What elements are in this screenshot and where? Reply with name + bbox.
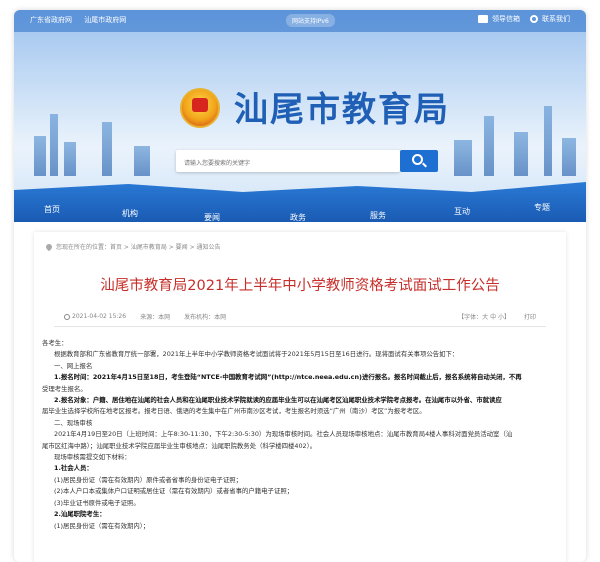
article-meta: 2021-04-02 15:26 来源：本网 发布机构：本网 [64, 312, 226, 321]
nav-news[interactable]: 要闻 [204, 212, 220, 222]
breadcrumb-text[interactable]: 您现在所在的位置：首页 > 汕尾市教育局 > 要闻 > 通知公告 [56, 242, 221, 251]
font-size-control[interactable]: 【字体：大 中 小】 [458, 312, 510, 321]
link-guangdong-gov[interactable]: 广东省政府网 [30, 16, 72, 24]
browser-page: 广东省政府网 汕尾市政府网 网站支持IPv6 领导信箱 联系我们 汕尾市教育局 [14, 10, 586, 562]
article-title: 汕尾市教育局2021年上半年中小学教师资格考试面试工作公告 [100, 278, 500, 294]
search-icon-handle [422, 162, 427, 168]
clock-icon [64, 313, 70, 320]
skyline-building [514, 132, 528, 176]
paragraph: 1.报名时间：2021年4月15日至18日，考生登陆“NTCE-中国教育考试网”… [54, 373, 522, 382]
paragraph: 届毕业生选择学校所在地考区报考。报考日语、俄语的考生集中在广州市南沙区考试，考生… [42, 407, 426, 416]
article-publisher: 发布机构：本网 [184, 314, 227, 321]
skyline-building [562, 138, 576, 176]
contact-link[interactable]: 联系我们 [530, 14, 570, 24]
header-banner: 广东省政府网 汕尾市政府网 网站支持IPv6 领导信箱 联系我们 汕尾市教育局 [14, 10, 586, 206]
link-shanwei-gov[interactable]: 汕尾市政府网 [84, 16, 126, 24]
paragraph: 受理考生报名。 [42, 384, 87, 393]
top-bar: 广东省政府网 汕尾市政府网 网站支持IPv6 领导信箱 联系我们 [14, 10, 586, 32]
nav-topics[interactable]: 专题 [534, 202, 550, 213]
paragraph: (3)毕业证书原件或电子证照。 [54, 498, 140, 507]
phone-icon [530, 15, 538, 23]
nav-service[interactable]: 服务 [370, 210, 386, 221]
publish-date: 2021-04-02 15:26 [64, 313, 126, 320]
paragraph: 2021年4月19日至20日（上班时间：上午8:30-11:30，下午2:30-… [54, 430, 513, 439]
contact-label: 联系我们 [542, 15, 570, 23]
paragraph: 2.报名对象：户籍、居住地在汕尾的社会人员和在汕尾职业技术学院就读的应届毕业生可… [54, 396, 502, 405]
paragraph: (2)本人户口本或集体户口证明或居住证（需在有效期内）或者省事的户籍电子证照； [54, 487, 294, 496]
paragraph: 1.社会人员： [54, 464, 93, 473]
article-body: 各考生： 根据教育部和广东省教育厅统一部署，2021年上半年中小学教师资格考试面… [42, 338, 556, 532]
article-source: 来源：本网 [140, 314, 171, 321]
nav-interaction[interactable]: 互动 [454, 206, 470, 217]
search-input[interactable] [176, 154, 400, 174]
article-tools: 【字体：大 中 小】 打印 [458, 312, 536, 321]
skyline-building [50, 114, 58, 176]
nav-institution[interactable]: 机构 [122, 208, 138, 219]
skyline-building [484, 116, 494, 176]
email-link[interactable]: 领导信箱 [478, 14, 520, 24]
paragraph: 尾市区红海中路）；汕尾职业技术学院应届毕业生审核地点：汕尾职院教务处（科学楼四楼… [42, 441, 317, 450]
divider [54, 326, 546, 327]
top-links: 广东省政府网 汕尾市政府网 [30, 15, 136, 25]
paragraph: 现场审核需提交如下材料： [54, 453, 131, 462]
mail-icon [478, 15, 488, 23]
paragraph: 一、网上报名 [54, 361, 93, 370]
search-box [176, 150, 400, 174]
nav-home[interactable]: 首页 [44, 204, 60, 215]
paragraph: (1)居民身份证（需在有效期内）原件或者省事的身份证电子证照； [54, 475, 242, 484]
search-button[interactable] [400, 150, 438, 172]
paragraph: 根据教育部和广东省教育厅统一部署，2021年上半年中小学教师资格考试面试将于20… [54, 350, 459, 359]
location-pin-icon [44, 242, 54, 251]
nav-government[interactable]: 政务 [290, 212, 306, 222]
email-label: 领导信箱 [492, 15, 520, 23]
publish-date-text: 2021-04-02 15:26 [72, 313, 127, 320]
skyline-building [64, 142, 76, 176]
skyline-building [544, 106, 552, 176]
site-title: 汕尾市教育局 [234, 90, 450, 130]
skyline-building [454, 140, 472, 176]
national-emblem-icon [180, 88, 220, 128]
paragraph: 各考生： [42, 339, 68, 347]
article-card: 您现在所在的位置：首页 > 汕尾市教育局 > 要闻 > 通知公告 汕尾市教育局2… [34, 232, 566, 562]
skyline-building [134, 146, 150, 176]
breadcrumb: 您现在所在的位置：首页 > 汕尾市教育局 > 要闻 > 通知公告 [44, 242, 221, 251]
print-button[interactable]: 打印 [524, 312, 536, 321]
paragraph: (1)居民身份证（需在有效期内）； [54, 521, 150, 530]
ipv6-badge: 网站支持IPv6 [286, 14, 335, 27]
skyline-building [34, 136, 46, 176]
skyline-building [102, 122, 112, 176]
paragraph: 2.汕尾职院考生： [54, 510, 106, 519]
paragraph: 二、现场审核 [54, 418, 93, 427]
top-right-links: 领导信箱 联系我们 [478, 14, 570, 24]
